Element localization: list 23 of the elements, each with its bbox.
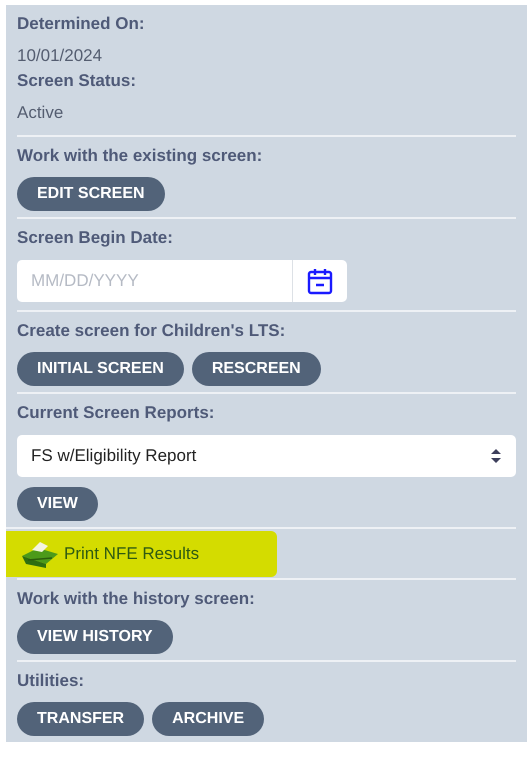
action-button[interactable]: INITIAL SCREEN (17, 352, 184, 386)
field-value: 10/01/2024 (17, 45, 104, 67)
action-button[interactable]: EDIT SCREEN (17, 177, 165, 211)
field-label: Work with the existing screen: (17, 145, 264, 167)
field-label: Screen Begin Date: (17, 227, 174, 249)
field-label: Current Screen Reports: (17, 402, 216, 424)
print-results-link[interactable]: Print NFE Results (64, 540, 200, 566)
date-field[interactable]: MM/DD/YYYY (17, 260, 292, 302)
action-button[interactable]: RESCREEN (192, 352, 321, 386)
calendar-button[interactable] (292, 260, 347, 302)
field-label: Screen Status: (17, 70, 138, 92)
field-label: Utilities: (17, 670, 86, 692)
action-button[interactable]: ARCHIVE (152, 702, 264, 736)
report-dropdown[interactable]: FS w/Eligibility Report (17, 435, 516, 477)
field-label: Determined On: (17, 13, 146, 35)
field-value: Active (17, 102, 64, 124)
action-button[interactable]: VIEW HISTORY (17, 620, 173, 654)
sort-arrows-icon (490, 448, 502, 464)
action-button[interactable]: TRANSFER (17, 702, 144, 736)
action-button[interactable]: VIEW (17, 487, 98, 521)
field-label: Create screen for Children's LTS: (17, 320, 286, 342)
calendar-icon (307, 267, 333, 295)
field-label: Work with the history screen: (17, 588, 256, 610)
